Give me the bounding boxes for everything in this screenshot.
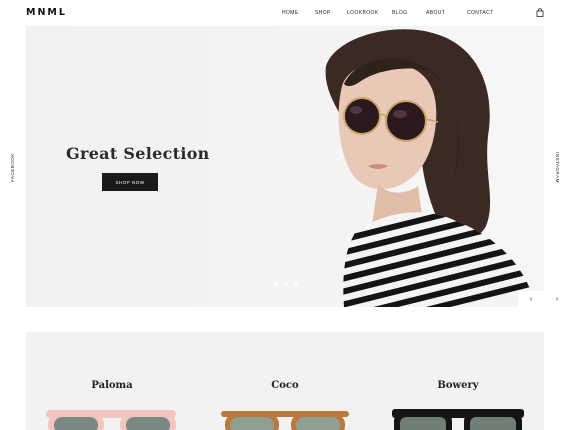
slider-prev-button[interactable]: ‹ <box>518 291 544 307</box>
nav-home[interactable]: HOME <box>282 10 299 16</box>
hero-slider: Great Selection SHOP NOW <box>26 26 544 307</box>
slider-next-button[interactable]: › <box>544 291 570 307</box>
slider-dots <box>274 282 298 286</box>
product-card[interactable]: Bowery <box>372 332 544 430</box>
product-name[interactable]: Coco <box>199 380 371 391</box>
instagram-link[interactable]: INSTAGRAM <box>555 152 560 183</box>
shopping-bag-icon[interactable] <box>536 8 544 17</box>
shop-now-button[interactable]: SHOP NOW <box>102 173 158 191</box>
product-name[interactable]: Paloma <box>26 380 198 391</box>
nav-contact[interactable]: CONTACT <box>467 10 494 16</box>
sunglasses-image <box>46 410 176 430</box>
product-name[interactable]: Bowery <box>372 380 544 391</box>
nav-shop[interactable]: SHOP <box>315 10 331 16</box>
slider-dot[interactable] <box>274 282 278 286</box>
nav-about[interactable]: ABOUT <box>426 10 445 16</box>
nav-lookbook[interactable]: LOOKBOOK <box>347 10 379 16</box>
hero-title: Great Selection <box>66 144 210 163</box>
hero-model-image <box>26 26 544 307</box>
logo[interactable]: MNML <box>26 7 67 18</box>
facebook-link[interactable]: FACEBOOK <box>10 153 15 182</box>
sunglasses-image <box>392 409 524 430</box>
product-grid: Paloma Coco Bowery <box>26 332 544 430</box>
slider-dot[interactable] <box>294 282 298 286</box>
sunglasses-image <box>221 411 349 430</box>
product-card[interactable]: Coco <box>199 332 371 430</box>
site-header: MNML HOME SHOP LOOKBOOK BLOG ABOUT CONTA… <box>0 0 570 26</box>
product-card[interactable]: Paloma <box>26 332 198 430</box>
slider-dot[interactable] <box>284 282 288 286</box>
nav-blog[interactable]: BLOG <box>392 10 408 16</box>
